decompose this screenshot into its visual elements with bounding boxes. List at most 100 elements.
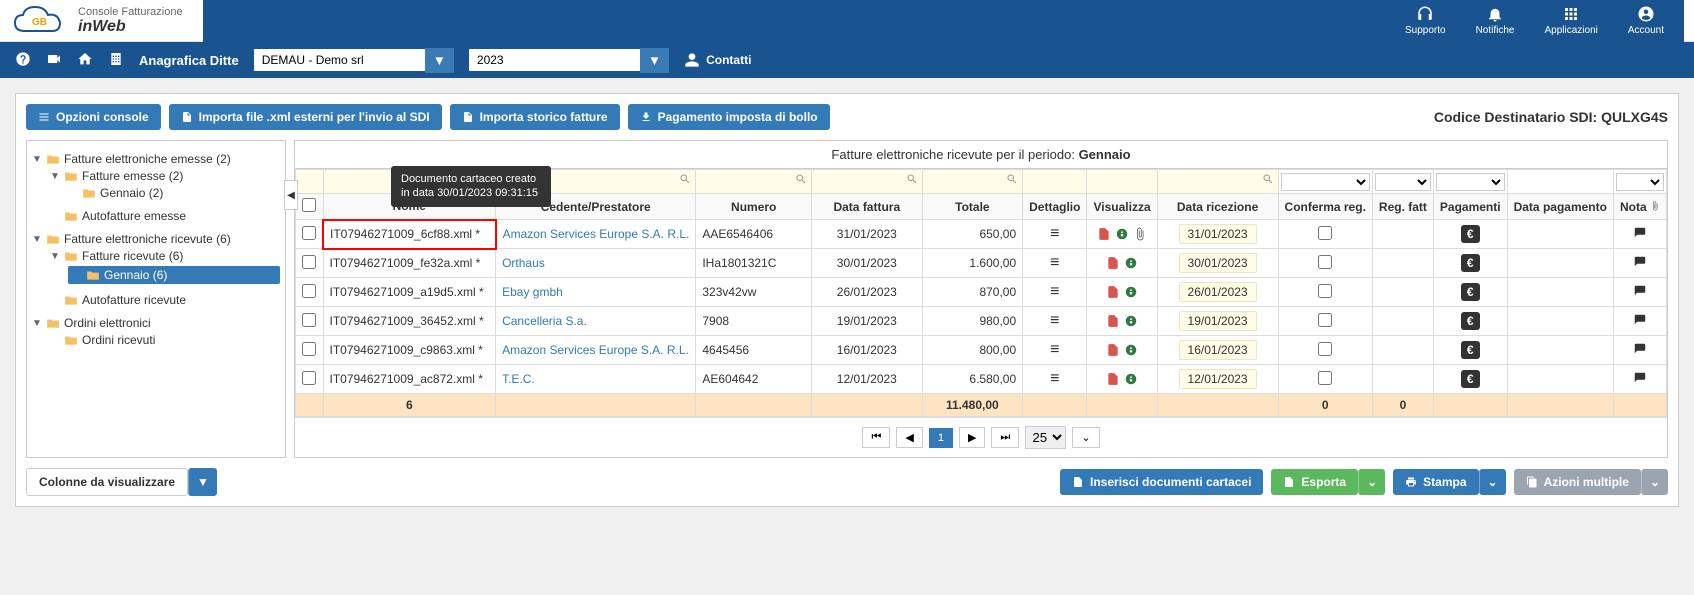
cedente-link[interactable]: Cancelleria S.a. xyxy=(502,314,587,328)
page-last[interactable]: ⏭ xyxy=(991,427,1019,448)
col-data-fattura[interactable]: Data fattura xyxy=(812,194,922,220)
colonne-caret[interactable]: ▼ xyxy=(188,468,217,496)
filter-numero[interactable] xyxy=(698,172,809,191)
azioni-multiple-button[interactable]: Azioni multiple xyxy=(1514,469,1641,495)
cedente-link[interactable]: Orthaus xyxy=(502,256,545,270)
pdf-icon[interactable] xyxy=(1106,343,1120,357)
tree-fatture-ricevute[interactable]: ▼ Fatture ricevute (6) xyxy=(50,249,280,263)
filter-conferma[interactable] xyxy=(1281,173,1370,191)
conferma-checkbox[interactable] xyxy=(1318,313,1332,327)
euro-badge[interactable]: € xyxy=(1461,370,1480,388)
pdf-icon[interactable] xyxy=(1106,314,1120,328)
col-data-ricezione[interactable]: Data ricezione xyxy=(1157,194,1278,220)
col-visualizza[interactable]: Visualizza xyxy=(1087,194,1157,220)
page-prev[interactable]: ◀ xyxy=(896,427,922,448)
col-reg-fatt[interactable]: Reg. fatt xyxy=(1372,194,1433,220)
filter-nota[interactable] xyxy=(1616,173,1664,191)
tree-autofatture-ricevute[interactable]: Autofatture ricevute xyxy=(50,293,280,307)
page-size-caret[interactable]: ⌄ xyxy=(1072,427,1099,448)
year-dropdown-btn[interactable]: ▼ xyxy=(640,48,669,73)
data-ricezione-pill[interactable]: 26/01/2023 xyxy=(1179,282,1257,302)
stamp-icon[interactable] xyxy=(1124,256,1138,270)
dettaglio-icon[interactable]: ≡ xyxy=(1050,225,1059,242)
row-checkbox[interactable] xyxy=(302,284,316,298)
col-pagamenti[interactable]: Pagamenti xyxy=(1433,194,1507,220)
header-supporto[interactable]: Supporto xyxy=(1405,5,1446,36)
data-ricezione-pill[interactable]: 19/01/2023 xyxy=(1179,311,1257,331)
year-select[interactable] xyxy=(469,49,640,71)
dettaglio-icon[interactable]: ≡ xyxy=(1050,370,1059,387)
conferma-checkbox[interactable] xyxy=(1318,255,1332,269)
pdf-icon[interactable] xyxy=(1106,372,1120,386)
header-notifiche[interactable]: Notifiche xyxy=(1476,5,1515,36)
help-icon[interactable] xyxy=(15,51,31,70)
tree-autofatture-emesse[interactable]: Autofatture emesse xyxy=(50,209,280,223)
note-icon[interactable] xyxy=(1633,342,1647,356)
note-icon[interactable] xyxy=(1633,371,1647,385)
tree-ordini[interactable]: ▼ Ordini elettronici xyxy=(32,316,280,330)
row-checkbox[interactable] xyxy=(302,226,316,240)
azioni-caret[interactable]: ⌄ xyxy=(1641,469,1668,495)
company-dropdown-btn[interactable]: ▼ xyxy=(425,48,454,73)
col-nota[interactable]: Nota xyxy=(1613,194,1666,220)
opzioni-console-button[interactable]: Opzioni console xyxy=(26,104,161,130)
dettaglio-icon[interactable]: ≡ xyxy=(1050,283,1059,300)
stamp-icon[interactable] xyxy=(1124,285,1138,299)
tree-emesse[interactable]: ▼ Fatture elettroniche emesse (2) xyxy=(32,152,280,166)
video-icon[interactable] xyxy=(46,51,62,70)
cedente-link[interactable]: Amazon Services Europe S.A. R.L. xyxy=(502,343,689,357)
euro-badge[interactable]: € xyxy=(1461,341,1480,359)
collapse-sidebar-handle[interactable]: ◀ xyxy=(284,180,298,210)
header-applicazioni[interactable]: Applicazioni xyxy=(1544,5,1597,36)
conferma-checkbox[interactable] xyxy=(1318,284,1332,298)
note-icon[interactable] xyxy=(1633,284,1647,298)
row-checkbox[interactable] xyxy=(302,313,316,327)
building-icon[interactable] xyxy=(108,51,124,70)
contatti-link[interactable]: Contatti xyxy=(684,52,751,68)
page-size-select[interactable]: 25 xyxy=(1025,426,1066,449)
col-dettaglio[interactable]: Dettaglio xyxy=(1023,194,1087,220)
importa-storico-button[interactable]: Importa storico fatture xyxy=(450,104,620,130)
tree-gennaio-ricevute[interactable]: Gennaio (6) xyxy=(68,266,280,284)
dettaglio-icon[interactable]: ≡ xyxy=(1050,312,1059,329)
stamp-icon[interactable] xyxy=(1124,372,1138,386)
euro-badge[interactable]: € xyxy=(1461,225,1480,243)
conferma-checkbox[interactable] xyxy=(1318,371,1332,385)
col-numero[interactable]: Numero xyxy=(696,194,812,220)
euro-badge[interactable]: € xyxy=(1461,254,1480,272)
cedente-link[interactable]: T.E.C. xyxy=(502,372,535,386)
data-ricezione-pill[interactable]: 16/01/2023 xyxy=(1179,340,1257,360)
header-account[interactable]: Account xyxy=(1628,5,1664,36)
stamp-icon[interactable] xyxy=(1124,343,1138,357)
filter-pagamenti[interactable] xyxy=(1436,173,1505,191)
data-ricezione-pill[interactable]: 31/01/2023 xyxy=(1179,224,1257,244)
filter-data-ricezione[interactable] xyxy=(1160,172,1276,191)
col-conferma[interactable]: Conferma reg. xyxy=(1278,194,1372,220)
page-first[interactable]: ⏮ xyxy=(862,427,890,448)
colonne-button[interactable]: Colonne da visualizzare xyxy=(26,468,188,496)
tree-gennaio-emesse[interactable]: Gennaio (2) xyxy=(68,186,280,200)
data-ricezione-pill[interactable]: 12/01/2023 xyxy=(1179,369,1257,389)
pdf-icon[interactable] xyxy=(1106,256,1120,270)
pagamento-bollo-button[interactable]: Pagamento imposta di bollo xyxy=(628,104,830,130)
page-next[interactable]: ▶ xyxy=(959,427,985,448)
data-ricezione-pill[interactable]: 30/01/2023 xyxy=(1179,253,1257,273)
dettaglio-icon[interactable]: ≡ xyxy=(1050,341,1059,358)
euro-badge[interactable]: € xyxy=(1461,312,1480,330)
importa-xml-button[interactable]: Importa file .xml esterni per l'invio al… xyxy=(169,104,442,130)
page-current[interactable]: 1 xyxy=(929,428,953,448)
dettaglio-icon[interactable]: ≡ xyxy=(1050,254,1059,271)
row-checkbox[interactable] xyxy=(302,255,316,269)
cedente-link[interactable]: Ebay gmbh xyxy=(502,285,563,299)
row-checkbox[interactable] xyxy=(302,342,316,356)
logo[interactable]: GB Console Fatturazione inWeb xyxy=(10,3,183,39)
cedente-link[interactable]: Amazon Services Europe S.A. R.L. xyxy=(503,227,690,241)
col-totale[interactable]: Totale xyxy=(922,194,1023,220)
select-all-checkbox[interactable] xyxy=(302,198,316,212)
note-icon[interactable] xyxy=(1633,313,1647,327)
col-data-pagamento[interactable]: Data pagamento xyxy=(1507,194,1613,220)
euro-badge[interactable]: € xyxy=(1461,283,1480,301)
stamp-icon[interactable] xyxy=(1115,227,1129,241)
tree-fatture-emesse[interactable]: ▼ Fatture emesse (2) xyxy=(50,169,280,183)
note-icon[interactable] xyxy=(1633,226,1647,240)
